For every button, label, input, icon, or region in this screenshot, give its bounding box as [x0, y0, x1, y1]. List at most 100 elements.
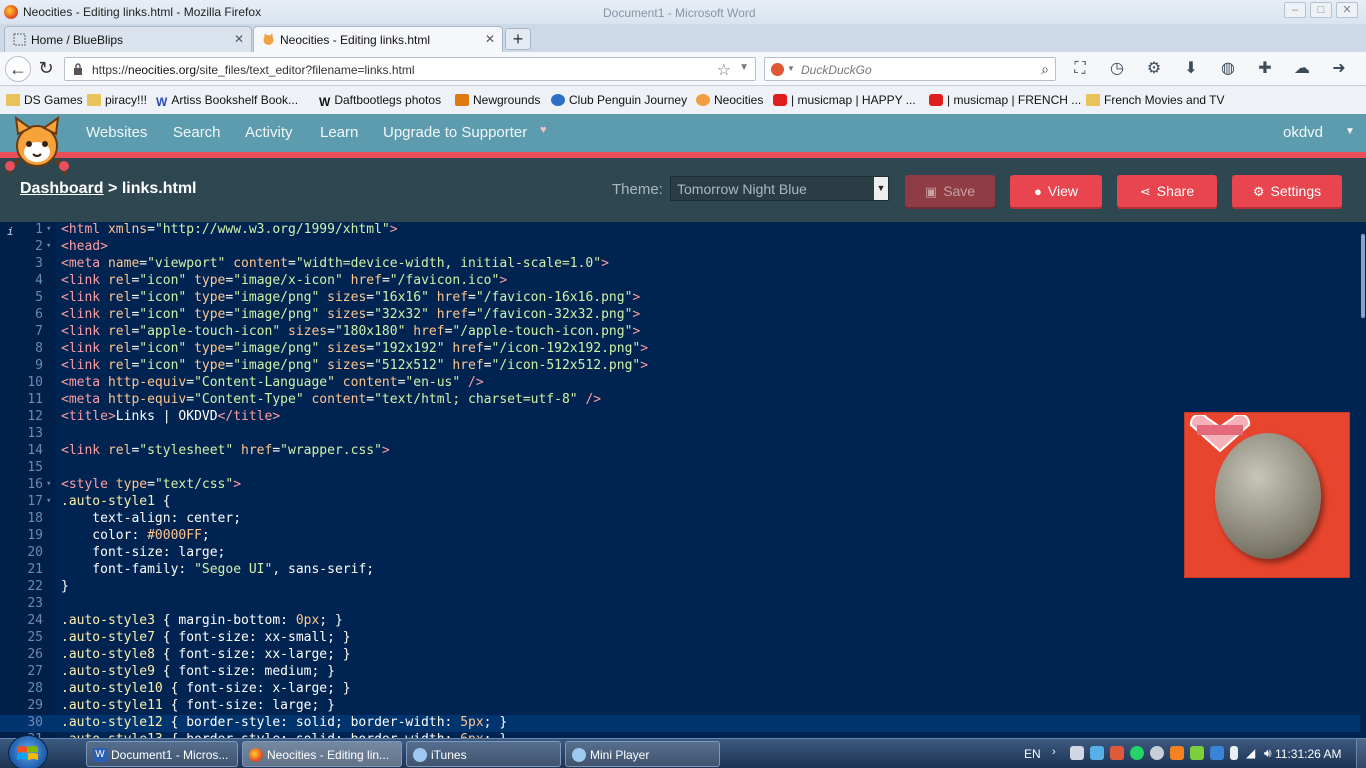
taskbar-word[interactable]: W Document1 - Micros... [86, 741, 238, 767]
code-line[interactable]: 1 ▾ <html xmlns="http://www.w3.org/1999/xh… [0, 222, 1360, 239]
battery-icon[interactable] [1230, 746, 1238, 760]
new-tab-button[interactable]: + [505, 28, 531, 50]
nav-upgrade-to-supporter[interactable]: Upgrade to Supporter [383, 124, 527, 141]
whatsapp-icon[interactable] [1130, 746, 1144, 760]
bookmark-musicmap-french[interactable]: | musicmap | FRENCH ... [929, 93, 1081, 107]
fold-arrow-icon[interactable]: ▾ [46, 496, 51, 506]
back-button[interactable]: ← [5, 56, 31, 82]
nav-websites[interactable]: Websites [86, 124, 147, 141]
bookmark-neocities[interactable]: Neocities [696, 93, 763, 107]
close-tab-icon[interactable]: ✕ [234, 32, 244, 46]
breadcrumb-dashboard-link[interactable]: Dashboard [20, 180, 104, 197]
code-line[interactable]: 25 .auto-style7 { font-size: xx-small; } [0, 630, 1360, 647]
bookmark-star-icon[interactable]: ☆ [717, 60, 731, 80]
bookmark-daftbootlegs[interactable]: W Daftbootlegs photos [319, 93, 441, 109]
close-window-button[interactable]: ✕ [1336, 2, 1358, 18]
tray-app-icon[interactable] [1070, 746, 1084, 760]
code-editor[interactable]: i 1 ▾ <html xmlns="http://www.w3.org/1999/… [0, 222, 1366, 738]
clock[interactable]: 11:31:26 AM [1275, 747, 1342, 761]
bookmark-artiss-bookshelf[interactable]: W Artiss Bookshelf Book... [156, 93, 298, 109]
mini-player-album-art[interactable] [1184, 412, 1350, 578]
tray-network-app-icon[interactable] [1090, 746, 1104, 760]
taskbar-firefox[interactable]: Neocities - Editing lin... [242, 741, 402, 767]
code-line[interactable]: 3 <meta name="viewport" content="width=de… [0, 256, 1360, 273]
search-magnifier-icon[interactable]: ⌕ [1041, 61, 1049, 78]
code-line[interactable]: 6 <link rel="icon" type="image/png" sizes… [0, 307, 1360, 324]
code-line[interactable]: 23 [0, 596, 1360, 613]
code-line[interactable]: 5 <link rel="icon" type="image/png" sizes… [0, 290, 1360, 307]
reload-button[interactable]: ↻ [33, 56, 59, 82]
tab-home-blueblips[interactable]: Home / BlueBlips ✕ [4, 26, 252, 52]
fold-arrow-icon[interactable]: ▾ [46, 241, 51, 251]
fold-arrow-icon[interactable]: ▾ [46, 224, 51, 234]
code-line[interactable]: 26 .auto-style8 { font-size: xx-large; } [0, 647, 1360, 664]
code-line[interactable]: 18 text-align: center; [0, 511, 1360, 528]
theme-dropdown-caret-icon[interactable]: ▼ [874, 177, 888, 200]
bookmark-musicmap-happy[interactable]: | musicmap | HAPPY ... [773, 93, 916, 107]
search-bar[interactable]: ▼ DuckDuckGo ⌕ [764, 57, 1056, 81]
settings-gear-icon[interactable]: ⚙ [1142, 58, 1166, 80]
close-tab-icon[interactable]: ✕ [485, 32, 495, 46]
taskbar-itunes[interactable]: iTunes [406, 741, 561, 767]
code-line[interactable]: 8 <link rel="icon" type="image/png" sizes… [0, 341, 1360, 358]
show-desktop-button[interactable] [1356, 739, 1366, 768]
fold-arrow-icon[interactable]: ▾ [46, 479, 51, 489]
user-menu[interactable]: okdvd [1283, 124, 1323, 141]
maximize-button[interactable]: □ [1310, 2, 1332, 18]
settings-button[interactable]: ⚙ Settings [1232, 175, 1342, 207]
addon-cloud-icon[interactable]: ☁ [1290, 58, 1314, 80]
bookmark-newgrounds[interactable]: Newgrounds [455, 93, 540, 107]
code-line[interactable]: 20 font-size: large; [0, 545, 1360, 562]
code-line[interactable]: 14 <link rel="stylesheet" href="wrapper.c… [0, 443, 1360, 460]
theme-select[interactable]: Tomorrow Night Blue ▼ [670, 176, 889, 201]
code-line[interactable]: 9 <link rel="icon" type="image/png" sizes… [0, 358, 1360, 375]
code-line[interactable]: 17 ▾ .auto-style1 { [0, 494, 1360, 511]
code-line[interactable]: 4 <link rel="icon" type="image/x-icon" hr… [0, 273, 1360, 290]
neocities-cat-logo-icon[interactable] [2, 116, 72, 178]
editor-scrollbar[interactable] [1361, 234, 1365, 318]
code-line[interactable]: 22} [0, 579, 1360, 596]
save-button[interactable]: ▣ Save [905, 175, 995, 207]
show-hidden-icons-arrow-icon[interactable]: › [1052, 746, 1056, 758]
taskbar-mini-player[interactable]: Mini Player [565, 741, 720, 767]
code-line[interactable]: 16 ▾ <style type="text/css"> [0, 477, 1360, 494]
search-engine-dropdown-icon[interactable]: ▼ [787, 64, 795, 73]
view-button[interactable]: ● View [1010, 175, 1102, 207]
forward-circle-icon[interactable]: ➜ [1327, 58, 1351, 80]
bookmark-piracy[interactable]: piracy!!! [87, 93, 147, 107]
tab-neocities-editing[interactable]: Neocities - Editing links.html ✕ [253, 26, 503, 52]
url-dropdown-icon[interactable]: ▼ [739, 62, 749, 73]
tray-gear-icon[interactable] [1150, 746, 1164, 760]
nav-learn[interactable]: Learn [320, 124, 358, 141]
code-line[interactable]: 12 <title>Links | OKDVD</title> [0, 409, 1360, 426]
wifi-signal-icon[interactable]: ◢ [1246, 746, 1260, 760]
bookmark-club-penguin[interactable]: Club Penguin Journey [551, 93, 687, 107]
history-clock-icon[interactable]: ◷ [1105, 58, 1129, 80]
tray-app-icon[interactable] [1110, 746, 1124, 760]
tray-app-icon[interactable] [1210, 746, 1224, 760]
download-icon[interactable]: ⬇ [1179, 58, 1203, 80]
extensions-puzzle-icon[interactable]: ✚ [1253, 58, 1277, 80]
code-line[interactable]: 2 ▾ <head> [0, 239, 1360, 256]
addon-globe-icon[interactable]: ◍ [1216, 58, 1240, 80]
bookmark-french-movies[interactable]: French Movies and TV [1086, 93, 1225, 107]
user-menu-caret-icon[interactable]: ▼ [1345, 126, 1355, 137]
code-line[interactable]: 24 .auto-style3 { margin-bottom: 0px; } [0, 613, 1360, 630]
code-line[interactable]: 19 color: #0000FF; [0, 528, 1360, 545]
code-line[interactable]: 10 <meta http-equiv="Content-Language" co… [0, 375, 1360, 392]
code-line[interactable]: 27 .auto-style9 { font-size: medium; } [0, 664, 1360, 681]
tray-cloud-icon[interactable] [1170, 746, 1184, 760]
code-line[interactable]: 13 [0, 426, 1360, 443]
url-bar[interactable]: https://neocities.org/site_files/text_ed… [64, 57, 756, 81]
code-line[interactable]: 7 <link rel="apple-touch-icon" sizes="180… [0, 324, 1360, 341]
code-line[interactable]: 11 <meta http-equiv="Content-Type" conten… [0, 392, 1360, 409]
code-line[interactable]: 29 .auto-style11 { font-size: large; } [0, 698, 1360, 715]
code-line[interactable]: 21 font-family: "Segoe UI", sans-serif; [0, 562, 1360, 579]
share-button[interactable]: ⋖ Share [1117, 175, 1217, 207]
screenshot-tool-icon[interactable]: ⛶ [1068, 58, 1092, 80]
code-line[interactable]: 28 .auto-style10 { font-size: x-large; } [0, 681, 1360, 698]
minimize-button[interactable]: – [1284, 2, 1306, 18]
bookmark-ds-games[interactable]: DS Games [6, 93, 83, 107]
tray-update-icon[interactable] [1190, 746, 1204, 760]
nav-search[interactable]: Search [173, 124, 221, 141]
